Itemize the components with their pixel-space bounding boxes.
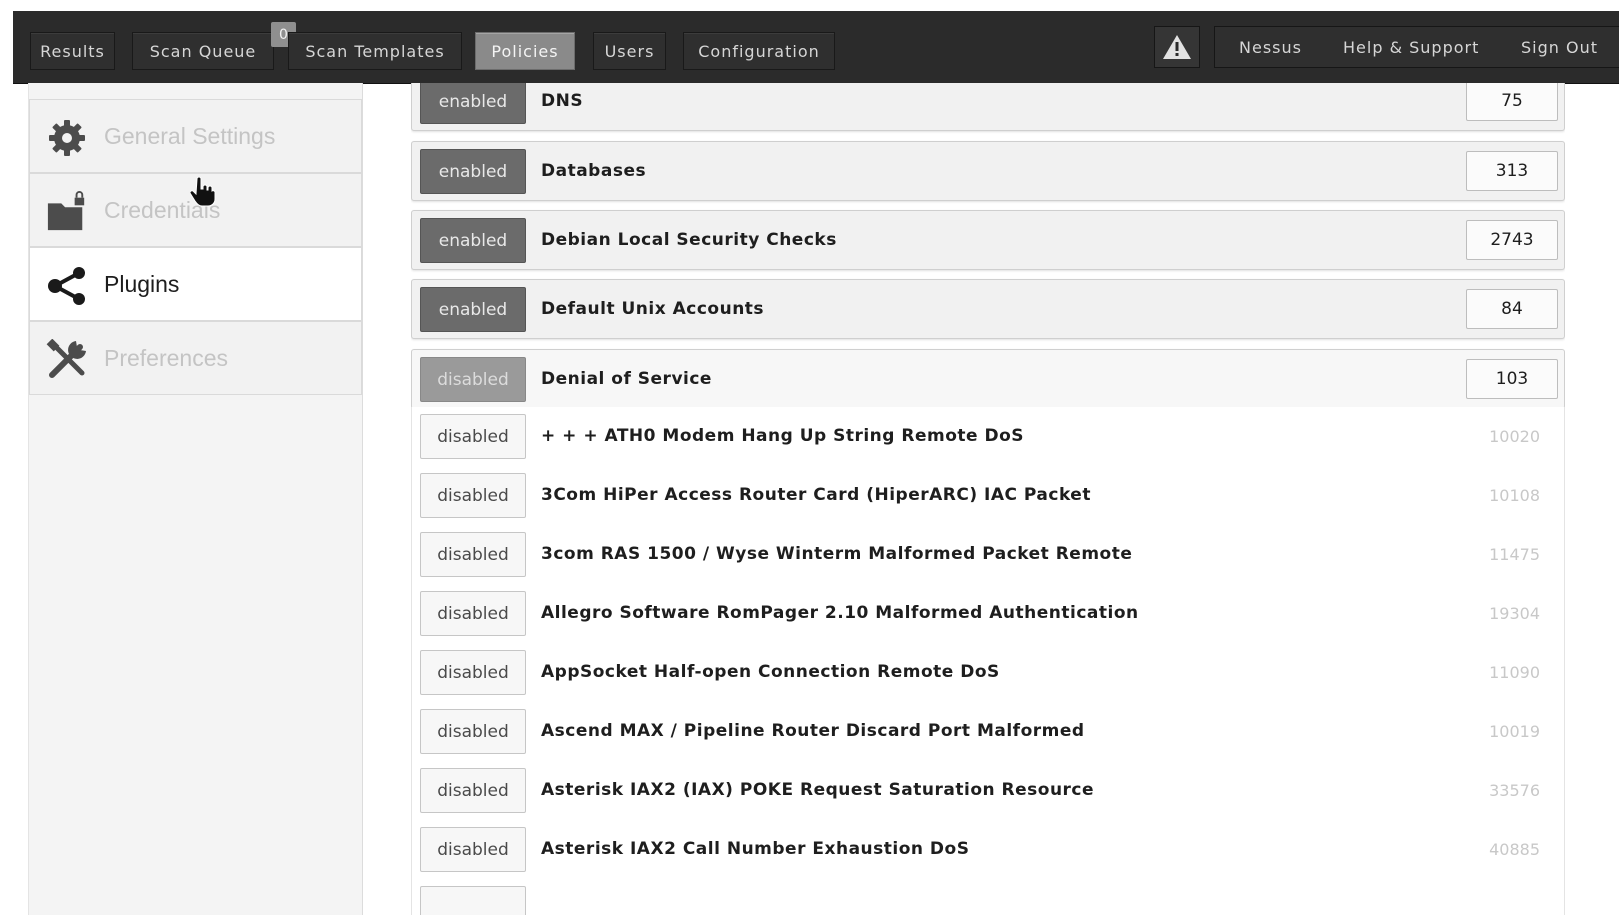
family-name: DNS [541,91,584,111]
gear-icon [46,117,88,159]
plugin-name: Asterisk IAX2 (IAX) POKE Request Saturat… [541,780,1095,800]
plugin-id: 10019 [1489,722,1540,741]
plugin-name: AppSocket Half-open Connection Remote Do… [541,662,1000,682]
plugin-row[interactable]: disabled 3Com HiPer Access Router Card (… [411,466,1565,526]
family-row-denial-of-service[interactable]: disabled Denial of Service 103 [411,349,1565,409]
share-nodes-icon [46,265,88,307]
family-name: Debian Local Security Checks [541,230,837,250]
tab-scan-templates[interactable]: Scan Templates [288,32,462,70]
plugin-row[interactable]: disabled Asterisk IAX2 Call Number Exhau… [411,820,1565,880]
sidebar-item-general-settings[interactable]: General Settings [29,99,362,173]
family-status-toggle[interactable]: enabled [420,83,526,124]
sign-out-link[interactable]: Sign Out [1521,27,1598,67]
folder-lock-icon [46,191,88,233]
sidebar-item-label: Preferences [104,344,229,371]
plugin-id: 10020 [1489,427,1540,446]
plugin-name: Asterisk IAX2 Call Number Exhaustion DoS [541,839,970,859]
sidebar-item-label: Plugins [104,270,180,297]
plugin-status-toggle[interactable]: disabled [420,827,526,872]
sidebar-item-preferences[interactable]: Preferences [29,321,362,395]
plugin-row[interactable]: disabled Asterisk IAX2 (IAX) POKE Reques… [411,761,1565,821]
family-status-toggle[interactable]: enabled [420,149,526,194]
plugin-status-toggle[interactable]: disabled [420,591,526,636]
family-status-toggle[interactable]: enabled [420,218,526,263]
plugin-status-toggle[interactable]: disabled [420,532,526,577]
plugin-id: 19304 [1489,604,1540,623]
family-plugin-count: 75 [1466,83,1558,121]
family-row-databases[interactable]: enabled Databases 313 [411,141,1565,201]
family-name: Default Unix Accounts [541,299,765,319]
plugin-name: + + + ATH0 Modem Hang Up String Remote D… [541,426,1024,446]
plugin-id: 33576 [1489,781,1540,800]
family-row-dns[interactable]: enabled DNS 75 [411,83,1565,131]
sidebar-item-label: General Settings [104,122,276,149]
plugin-row[interactable]: disabled AppSocket Half-open Connection … [411,643,1565,703]
plugin-status-toggle[interactable]: disabled [420,709,526,754]
plugin-id: 40885 [1489,840,1540,859]
plugin-row[interactable]: disabled 3com RAS 1500 / Wyse Winterm Ma… [411,525,1565,585]
plugin-name: Ascend MAX / Pipeline Router Discard Por… [541,721,1085,741]
plugin-name: Allegro Software RomPager 2.10 Malformed… [541,603,1139,623]
warning-triangle-icon [1163,35,1191,59]
family-status-toggle[interactable]: enabled [420,287,526,332]
plugin-status-toggle[interactable]: disabled [420,650,526,695]
plugin-family-list: enabled DNS 75 enabled Databases 313 ena… [411,83,1565,915]
policy-sidebar: General Settings Credentials Plugins Pre… [28,83,363,915]
plugin-id: 11090 [1489,663,1540,682]
tab-policies[interactable]: Policies [475,32,575,70]
help-support-link[interactable]: Help & Support [1343,27,1479,67]
plugin-row[interactable]: disabled + + + ATH0 Modem Hang Up String… [411,407,1565,467]
plugin-status-toggle[interactable]: disabled [420,768,526,813]
family-plugin-count: 313 [1466,151,1558,191]
tab-users[interactable]: Users [593,32,666,70]
plugin-status-toggle[interactable]: disabled [420,473,526,518]
tab-scan-queue[interactable]: Scan Queue [132,32,274,70]
sidebar-item-plugins[interactable]: Plugins [29,247,362,321]
family-status-toggle[interactable]: disabled [420,357,526,402]
tools-icon [46,339,88,381]
plugin-name: 3Com HiPer Access Router Card (HiperARC)… [541,485,1091,505]
tab-results[interactable]: Results [30,32,115,70]
tab-configuration[interactable]: Configuration [683,32,835,70]
plugin-row[interactable]: disabled Ascend MAX / Pipeline Router Di… [411,702,1565,762]
alerts-button[interactable] [1154,26,1200,68]
family-plugin-count: 2743 [1466,220,1558,260]
top-nav-bar: Results Scan Queue 0 Scan Templates Poli… [13,11,1619,84]
plugin-id: 10108 [1489,486,1540,505]
family-row-default-unix-accounts[interactable]: enabled Default Unix Accounts 84 [411,279,1565,339]
plugin-row[interactable]: disabled Allegro Software RomPager 2.10 … [411,584,1565,644]
nessus-link[interactable]: Nessus [1239,27,1302,67]
family-plugin-count: 103 [1466,359,1558,399]
plugin-name: 3com RAS 1500 / Wyse Winterm Malformed P… [541,544,1133,564]
account-links-group: Nessus Help & Support Sign Out [1214,26,1619,68]
plugin-row[interactable] [411,879,1565,915]
hand-pointer-cursor-icon [190,177,216,207]
plugin-id: 11475 [1489,545,1540,564]
family-name: Databases [541,161,647,181]
plugin-status-toggle[interactable] [420,886,526,915]
family-name: Denial of Service [541,369,712,389]
family-row-debian-local-security-checks[interactable]: enabled Debian Local Security Checks 274… [411,210,1565,270]
family-plugin-count: 84 [1466,289,1558,329]
plugin-status-toggle[interactable]: disabled [420,414,526,459]
